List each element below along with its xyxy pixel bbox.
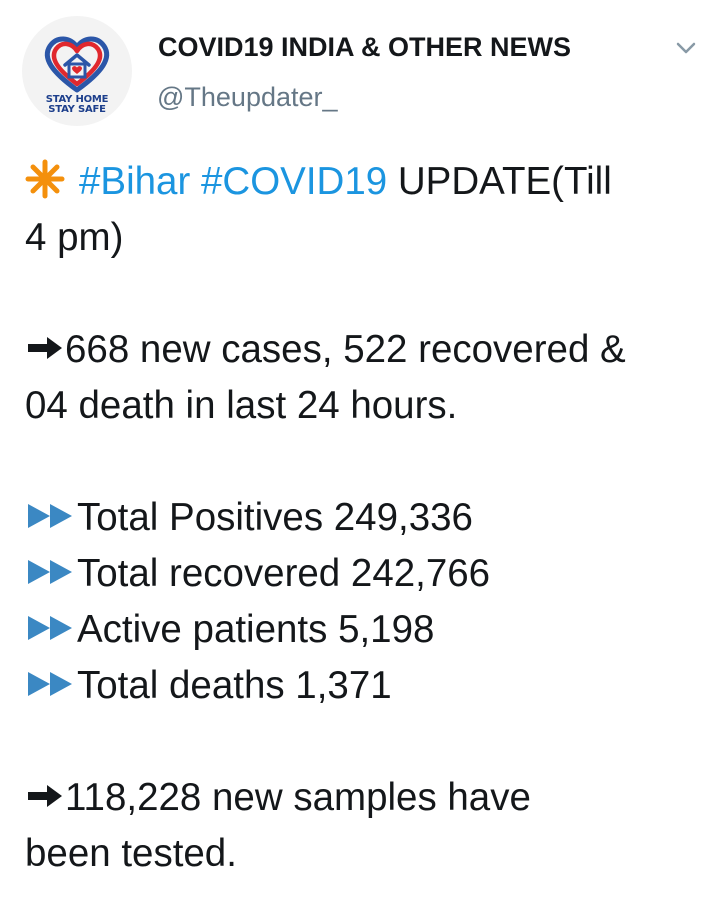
display-name[interactable]: COVID19 INDIA & OTHER NEWS (158, 30, 571, 64)
account-handle[interactable]: @Theupdater_ (157, 80, 338, 114)
avatar[interactable]: STAY HOME STAY SAFE (22, 16, 132, 126)
tweet-text: #Bihar #COVID19 UPDATE(Till 4 pm) 668 ne… (25, 154, 715, 882)
active-patients-text: Active patients 5,198 (77, 608, 435, 651)
hashtag-bihar[interactable]: #Bihar (79, 160, 190, 203)
chevron-down-icon[interactable] (672, 34, 700, 62)
total-positives-line: Total Positives 249,336 (25, 490, 715, 546)
fast-forward-icon (28, 559, 72, 584)
total-recovered-text: Total recovered 242,766 (77, 552, 491, 595)
fast-forward-icon (28, 671, 72, 696)
fast-forward-icon (28, 503, 72, 528)
total-deaths-text: Total deaths 1,371 (77, 664, 392, 707)
total-recovered-line: Total recovered 242,766 (25, 546, 715, 602)
eight-spoked-asterisk-icon (25, 159, 65, 199)
tweet-header: STAY HOME STAY SAFE COVID19 INDIA & OTHE… (0, 0, 720, 130)
daily-text-1: 668 new cases, 522 recovered & (65, 328, 626, 371)
daily-line-1: 668 new cases, 522 recovered & (25, 322, 715, 378)
right-arrow-icon (28, 784, 62, 807)
right-arrow-icon (28, 336, 62, 359)
avatar-text-line2: STAY SAFE (48, 104, 106, 115)
samples-text-1: 118,228 new samples have (65, 776, 531, 819)
update-text: UPDATE(Till (387, 160, 612, 203)
total-positives-text: Total Positives 249,336 (77, 496, 473, 539)
fast-forward-icon (28, 615, 72, 640)
samples-line-2: been tested. (25, 832, 237, 875)
intro-line-2: 4 pm) (25, 216, 124, 259)
tweet: STAY HOME STAY SAFE COVID19 INDIA & OTHE… (0, 0, 720, 917)
total-deaths-line: Total deaths 1,371 (25, 658, 715, 714)
hashtag-covid19[interactable]: #COVID19 (201, 160, 387, 203)
daily-line-2: 04 death in last 24 hours. (25, 384, 458, 427)
active-patients-line: Active patients 5,198 (25, 602, 715, 658)
intro-line: #Bihar #COVID19 UPDATE(Till (25, 154, 715, 210)
samples-line-1: 118,228 new samples have (25, 770, 715, 826)
